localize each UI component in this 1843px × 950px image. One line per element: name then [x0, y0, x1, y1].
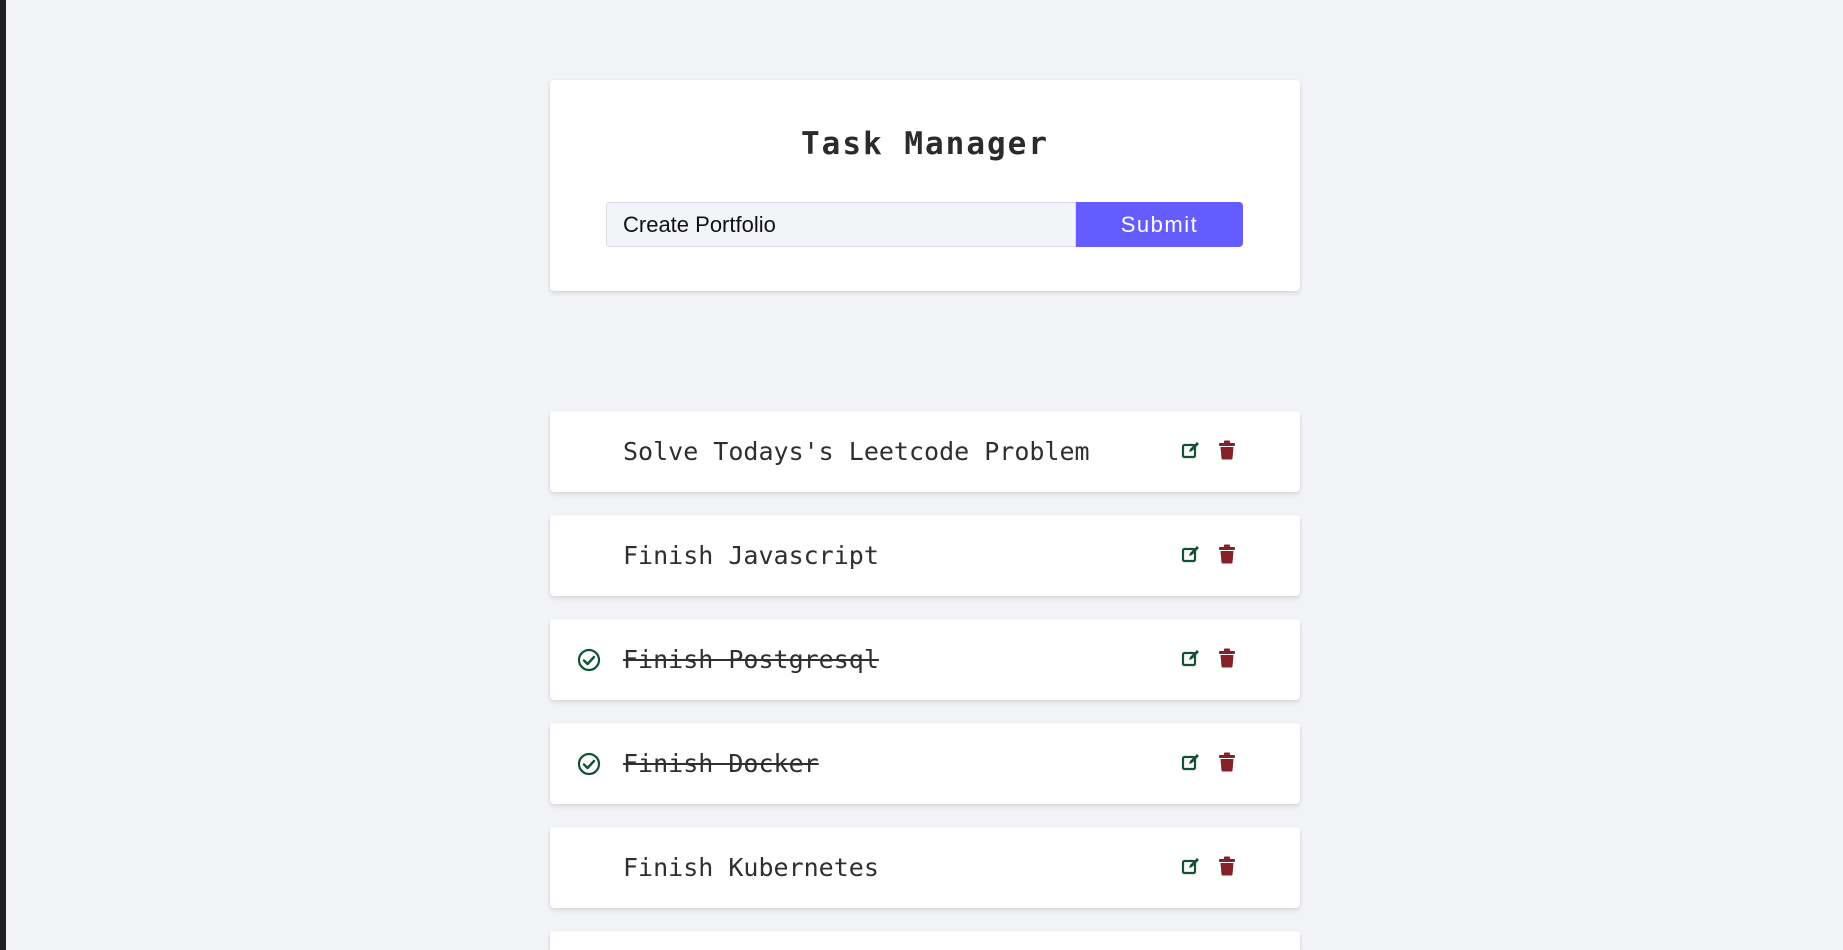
edit-icon: [1181, 858, 1199, 875]
trash-icon: [1219, 856, 1235, 876]
task-form: Submit: [606, 202, 1243, 247]
task-item: Solve Todays's Leetcode Problem: [550, 411, 1300, 492]
edit-button[interactable]: [1180, 439, 1202, 461]
trash-icon: [1219, 752, 1235, 772]
task-text[interactable]: Finish Javascript: [623, 515, 879, 596]
edit-icon: [1181, 754, 1199, 771]
delete-button[interactable]: [1216, 543, 1238, 565]
edit-button[interactable]: [1180, 543, 1202, 565]
trash-icon: [1219, 544, 1235, 564]
task-text[interactable]: Solve Todays's Leetcode Problem: [623, 411, 1090, 492]
task-actions: [1180, 543, 1238, 565]
task-list: Solve Todays's Leetcode Problem Finish J…: [550, 411, 1300, 931]
check-circle-icon: [577, 648, 601, 672]
task-item: Finish Postgresql: [550, 619, 1300, 700]
edit-button[interactable]: [1180, 751, 1202, 773]
edit-button[interactable]: [1180, 855, 1202, 877]
page-title: Task Manager: [801, 126, 1049, 162]
edit-icon: [1181, 650, 1199, 667]
trash-icon: [1219, 440, 1235, 460]
delete-button[interactable]: [1216, 751, 1238, 773]
task-form-card: Task Manager Submit: [550, 80, 1300, 291]
task-item: Finish Javascript: [550, 515, 1300, 596]
task-text[interactable]: Finish Postgresql: [623, 619, 879, 700]
task-actions: [1180, 647, 1238, 669]
task-item-partial: [550, 931, 1300, 950]
submit-button[interactable]: Submit: [1076, 202, 1243, 247]
edit-icon: [1181, 546, 1199, 563]
delete-button[interactable]: [1216, 647, 1238, 669]
task-item: Finish Kubernetes: [550, 827, 1300, 908]
trash-icon: [1219, 648, 1235, 668]
edit-button[interactable]: [1180, 647, 1202, 669]
task-actions: [1180, 855, 1238, 877]
task-text[interactable]: Finish Docker: [623, 723, 819, 804]
delete-button[interactable]: [1216, 855, 1238, 877]
task-input[interactable]: [606, 202, 1076, 247]
task-item: Finish Docker: [550, 723, 1300, 804]
task-actions: [1180, 439, 1238, 461]
task-actions: [1180, 751, 1238, 773]
check-circle-icon: [577, 752, 601, 776]
window-left-edge: [0, 0, 6, 950]
edit-icon: [1181, 442, 1199, 459]
task-text[interactable]: Finish Kubernetes: [623, 827, 879, 908]
delete-button[interactable]: [1216, 439, 1238, 461]
